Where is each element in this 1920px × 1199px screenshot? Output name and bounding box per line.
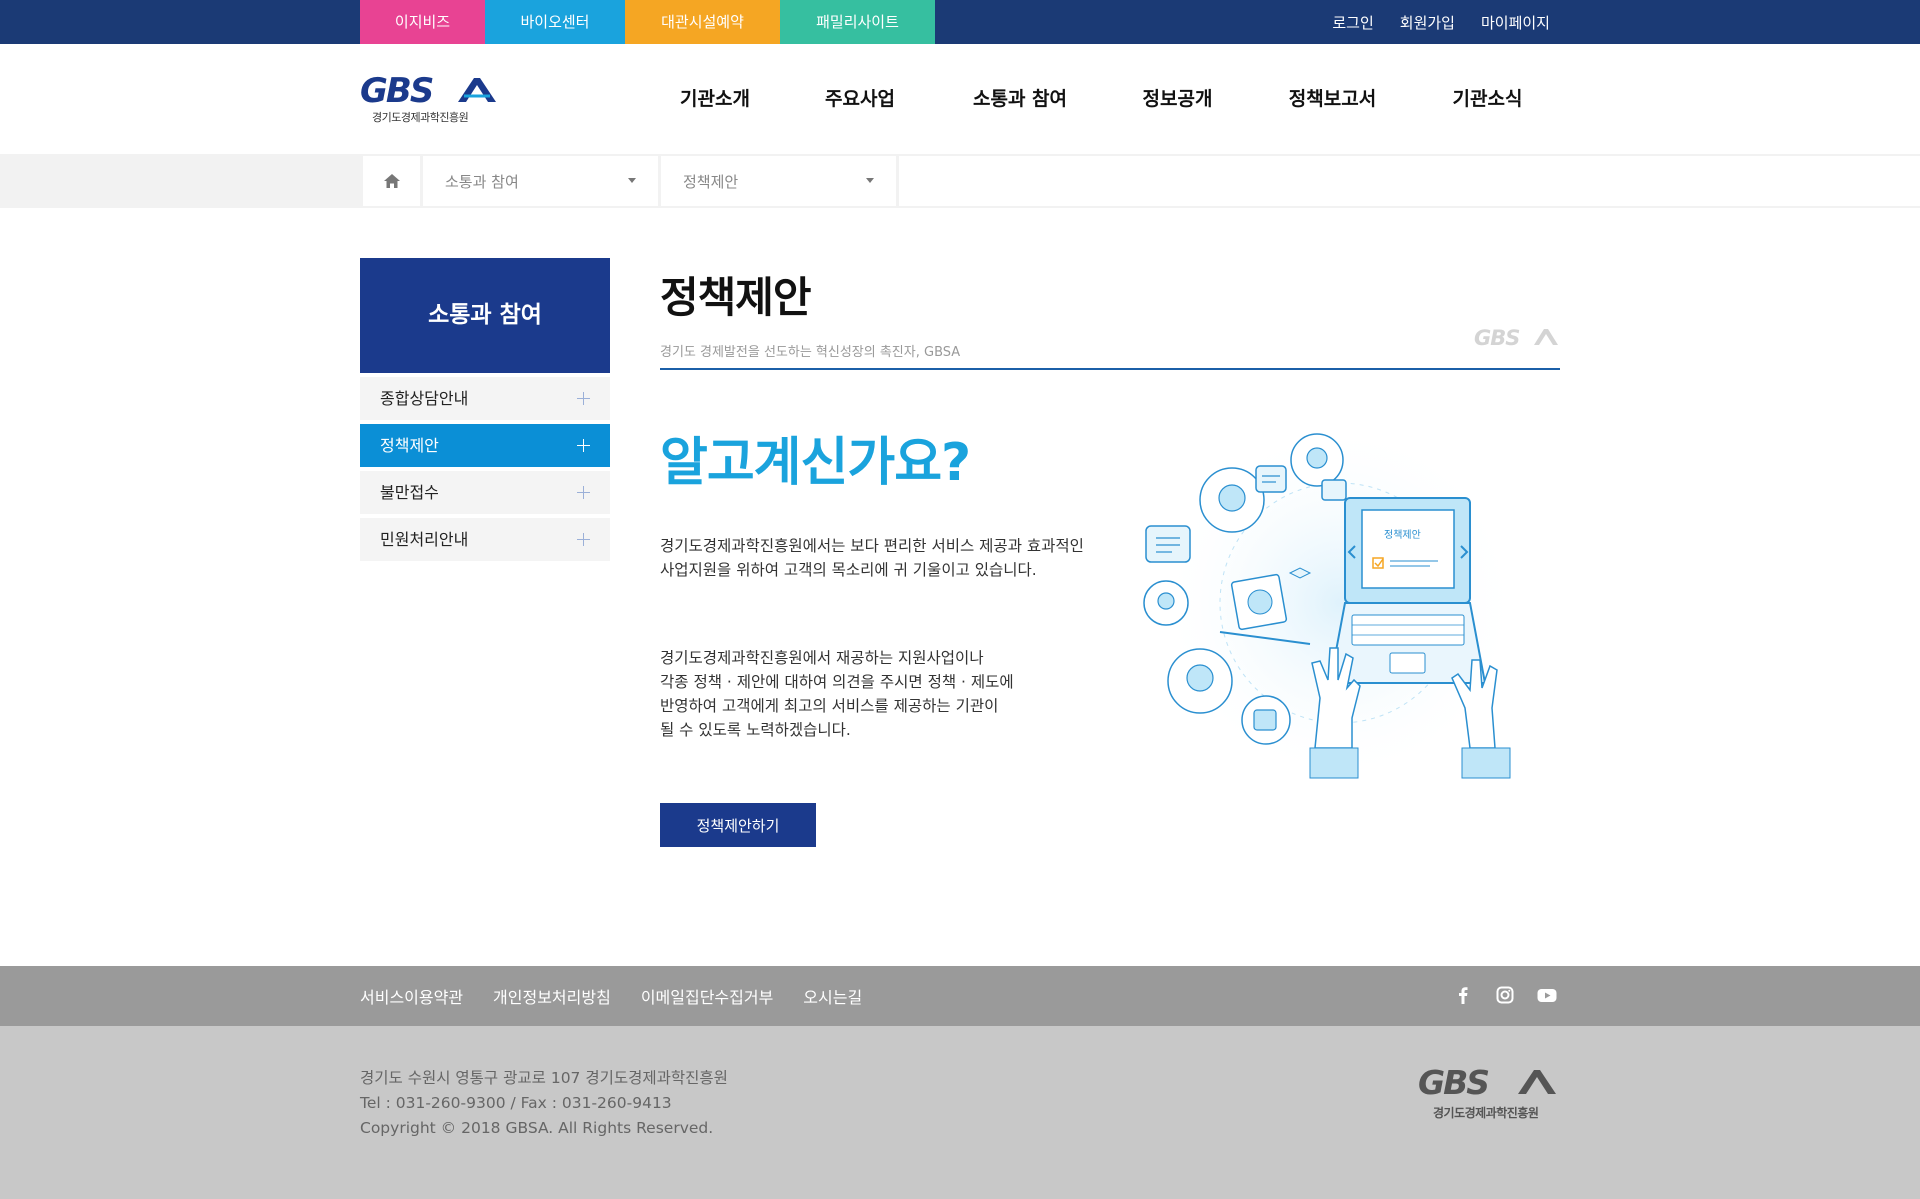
signup-link[interactable]: 회원가입	[1400, 12, 1455, 33]
footer-link-email-refusal[interactable]: 이메일집단수집거부	[641, 984, 773, 1008]
chevron-down-icon	[628, 178, 636, 183]
util-links: 로그인 회원가입 마이페이지	[1332, 0, 1550, 44]
plus-icon	[577, 533, 590, 546]
policy-proposal-button[interactable]: 정책제안하기	[660, 803, 816, 847]
breadcrumb-dropdown-level2[interactable]: 정책제안	[661, 156, 896, 206]
site-tab-biocenter[interactable]: 바이오센터	[485, 0, 625, 44]
footer: 경기도 수원시 영통구 광교로 107 경기도경제과학진흥원 Tel : 031…	[0, 1026, 1920, 1199]
gbsa-logo-mark: GBS	[1418, 1063, 1556, 1102]
site-tab-facility-reservation[interactable]: 대관시설예약	[625, 0, 780, 44]
side-menu-item-consultation[interactable]: 종합상담안내	[360, 377, 610, 420]
footer-address: 경기도 수원시 영통구 광교로 107 경기도경제과학진흥원	[360, 1069, 728, 1087]
footer-logo: GBS 경기도경제과학진흥원	[1418, 1063, 1563, 1124]
main-content: 정책제안 경기도 경제발전을 선도하는 혁신성장의 촉진자, GBSA GBS …	[660, 258, 1560, 847]
footer-nav: 서비스이용약관 개인정보처리방침 이메일집단수집거부 오시는길	[0, 966, 1920, 1026]
footer-contact: Tel : 031-260-9300 / Fax : 031-260-9413	[360, 1094, 672, 1112]
home-icon	[383, 174, 400, 188]
breadcrumb-level1-label: 소통과 참여	[445, 172, 519, 191]
side-menu-item-civil-petition[interactable]: 민원처리안내	[360, 518, 610, 561]
side-menu-item-policy-proposal[interactable]: 정책제안	[360, 424, 610, 467]
social-links	[1452, 984, 1558, 1006]
nav-about[interactable]: 기관소개	[650, 44, 780, 154]
header: GBS 경기도경제과학진흥원 기관소개 주요사업 소통과 참여 정보공개 정책보…	[0, 44, 1920, 154]
footer-links: 서비스이용약관 개인정보처리방침 이메일집단수집거부 오시는길	[360, 966, 862, 1026]
intro-paragraph-1: 경기도경제과학진흥원에서는 보다 편리한 서비스 제공과 효과적인 사업지원을 …	[660, 537, 1084, 579]
home-button[interactable]	[363, 156, 420, 206]
side-menu-item-label: 종합상담안내	[380, 389, 469, 408]
mypage-link[interactable]: 마이페이지	[1481, 12, 1550, 33]
side-menu-item-label: 불만접수	[380, 483, 439, 502]
policy-proposal-illustration: 정책제안	[1143, 423, 1520, 783]
svg-text:GBS: GBS	[1474, 326, 1519, 348]
top-utility-bar: 이지비즈 바이오센터 대관시설예약 패밀리사이트 로그인 회원가입 마이페이지	[0, 0, 1920, 44]
footer-link-privacy[interactable]: 개인정보처리방침	[493, 984, 611, 1008]
login-link[interactable]: 로그인	[1332, 12, 1373, 33]
nav-disclosure[interactable]: 정보공개	[1100, 44, 1255, 154]
intro-heading: 알고계신가요?	[660, 433, 971, 493]
breadcrumb-dropdown-level1[interactable]: 소통과 참여	[423, 156, 658, 206]
chevron-down-icon	[866, 178, 874, 183]
page-title: 정책제안	[660, 273, 812, 322]
footer-logo-subtitle: 경기도경제과학진흥원	[1433, 1106, 1539, 1120]
plus-icon	[577, 486, 590, 499]
illustration-label: 정책제안	[1384, 529, 1421, 541]
footer-link-terms[interactable]: 서비스이용약관	[360, 984, 463, 1008]
nav-policy-reports[interactable]: 정책보고서	[1255, 44, 1410, 154]
nav-news[interactable]: 기관소식	[1410, 44, 1565, 154]
footer-link-directions[interactable]: 오시는길	[803, 984, 862, 1008]
footer-copyright: Copyright © 2018 GBSA. All Rights Reserv…	[360, 1119, 714, 1137]
page-subtitle: 경기도 경제발전을 선도하는 혁신성장의 촉진자, GBSA	[660, 345, 961, 360]
breadcrumb-level2-label: 정책제안	[683, 172, 739, 191]
svg-text:GBS: GBS	[1418, 1064, 1488, 1100]
gbsa-logo-mark: GBS	[360, 71, 496, 111]
youtube-icon[interactable]	[1536, 984, 1558, 1006]
paragraph-line: 경기도경제과학진흥원에서 재공하는 지원사업이나	[660, 649, 984, 667]
nav-communication[interactable]: 소통과 참여	[940, 44, 1100, 154]
title-divider	[660, 368, 1560, 370]
side-menu-item-label: 정책제안	[380, 436, 439, 455]
svg-text:GBS: GBS	[360, 72, 433, 108]
site-logo[interactable]: GBS 경기도경제과학진흥원	[360, 71, 510, 132]
plus-icon	[577, 392, 590, 405]
logo-subtitle: 경기도경제과학진흥원	[372, 111, 469, 124]
footer-info: 경기도 수원시 영통구 광교로 107 경기도경제과학진흥원 Tel : 031…	[360, 1066, 728, 1141]
main-nav: 기관소개 주요사업 소통과 참여 정보공개 정책보고서 기관소식	[650, 44, 1565, 154]
side-menu-item-complaint[interactable]: 불만접수	[360, 471, 610, 514]
nav-business[interactable]: 주요사업	[780, 44, 940, 154]
instagram-icon[interactable]	[1494, 984, 1516, 1006]
breadcrumb: 소통과 참여 정책제안	[0, 154, 1920, 208]
paragraph-line: 반영하여 고객에게 최고의 서비스를 제공하는 기관이	[660, 697, 999, 715]
intro-paragraph-2: 경기도경제과학진흥원에서 재공하는 지원사업이나 각종 정책 · 제안에 대하여…	[660, 646, 1090, 742]
side-menu: 소통과 참여 종합상담안내 정책제안 불만접수 민원처리안내	[360, 258, 610, 561]
paragraph-line: 될 수 있도록 노력하겠습니다.	[660, 721, 851, 739]
plus-icon	[577, 439, 590, 452]
paragraph-line: 각종 정책 · 제안에 대하여 의견을 주시면 정책 · 제도에	[660, 673, 1014, 691]
side-menu-item-label: 민원처리안내	[380, 530, 469, 549]
site-tab-easybiz[interactable]: 이지비즈	[360, 0, 485, 44]
side-menu-title: 소통과 참여	[360, 258, 610, 373]
gbsa-watermark-logo: GBS	[1474, 326, 1558, 348]
breadcrumb-filler	[899, 156, 1920, 206]
family-site-tabs: 이지비즈 바이오센터 대관시설예약 패밀리사이트	[360, 0, 935, 44]
site-tab-family-site[interactable]: 패밀리사이트	[780, 0, 935, 44]
facebook-icon[interactable]	[1452, 984, 1474, 1006]
